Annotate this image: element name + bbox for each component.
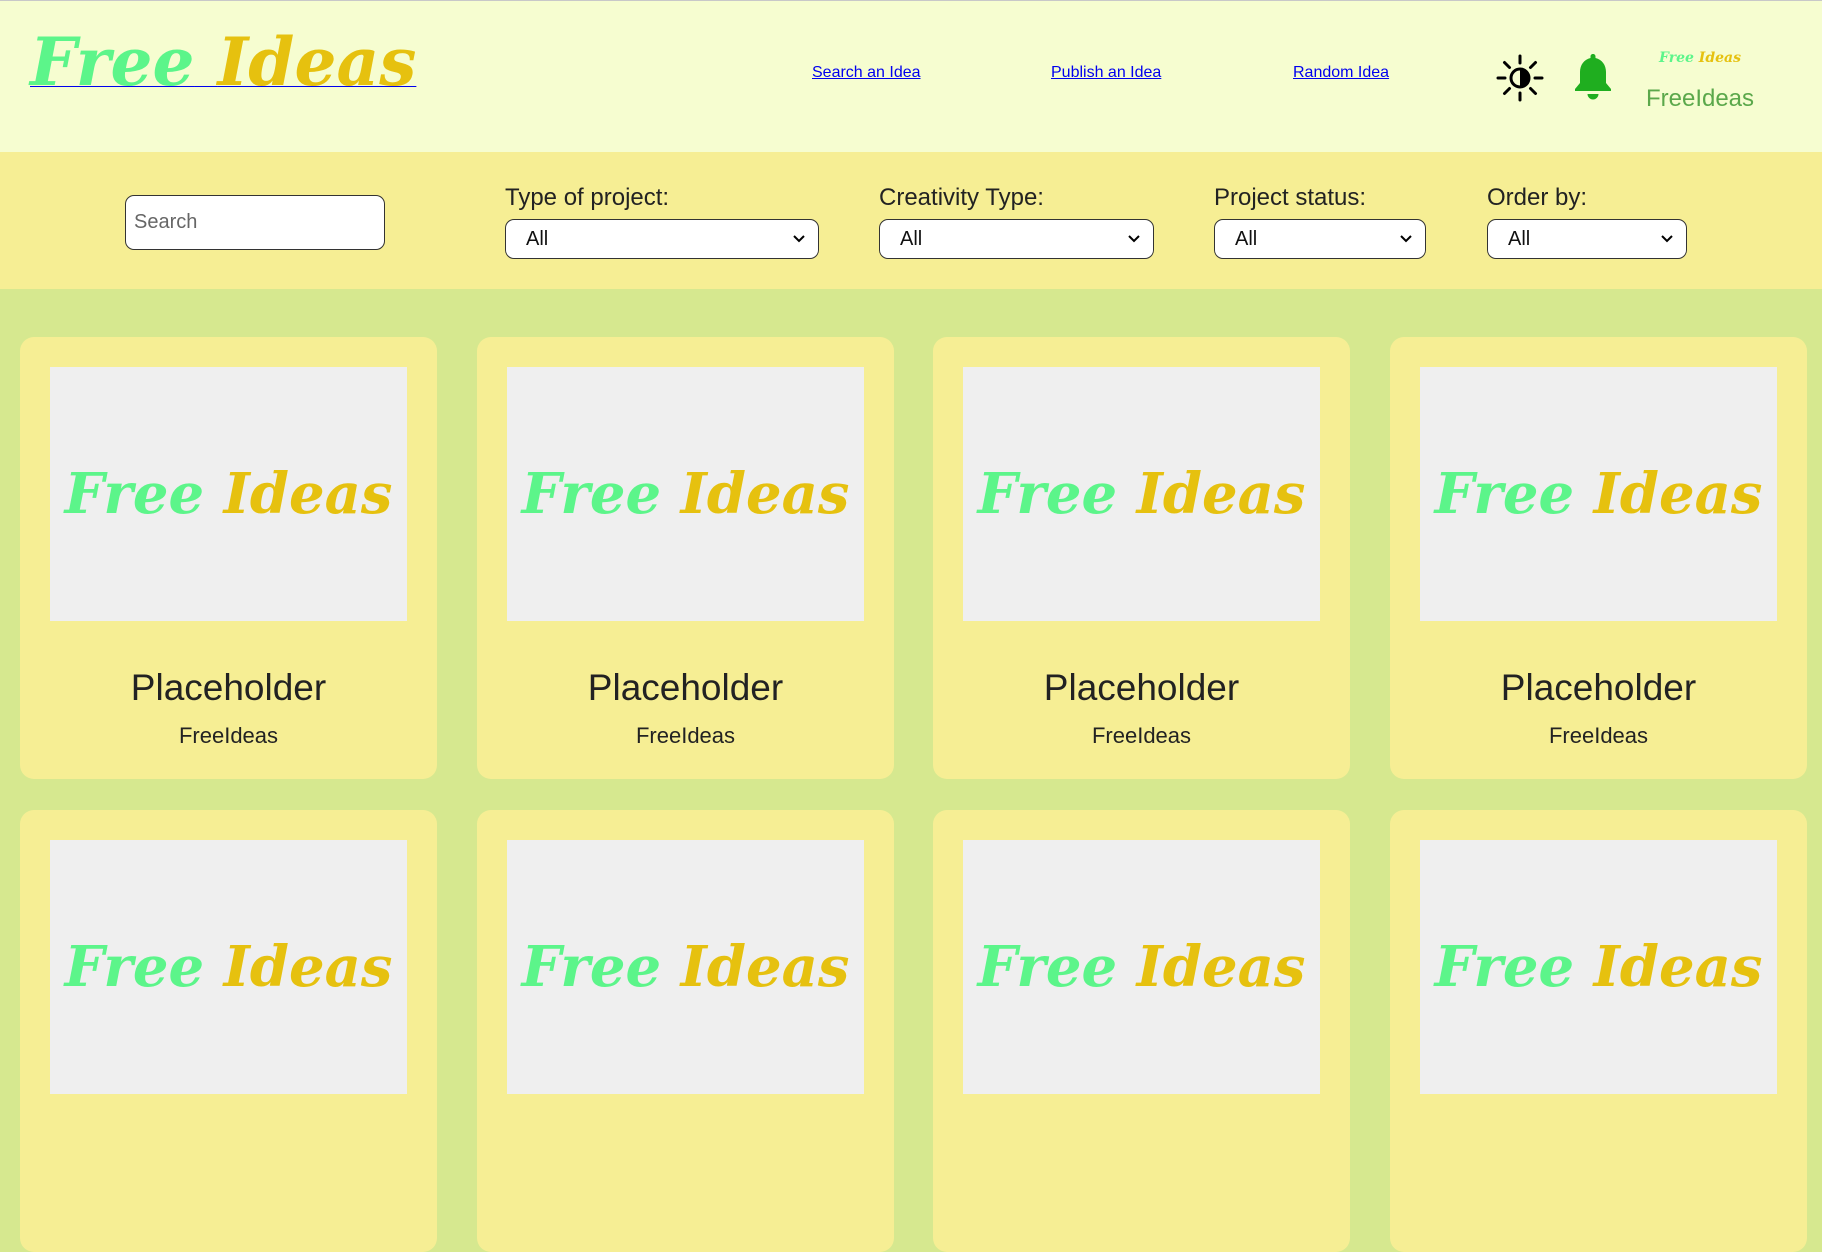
search-input[interactable]: [125, 195, 385, 250]
card-title: Placeholder: [1043, 667, 1240, 708]
image-logo-free: Free: [977, 461, 1118, 527]
chevron-down-icon: [1661, 235, 1673, 243]
notifications-button[interactable]: [1572, 51, 1614, 101]
filter-order-by: Order by: All: [1487, 185, 1687, 259]
image-logo-free: Free: [64, 934, 205, 1000]
user-avatar: Free Ideas: [1640, 49, 1760, 69]
filter-label: Order by:: [1487, 184, 1588, 211]
idea-card[interactable]: Free Ideas Placeholder FreeIdeas: [477, 337, 894, 779]
idea-card[interactable]: Free Ideas Placeholder FreeIdeas: [933, 337, 1350, 779]
filter-creativity-type: Creativity Type: All: [879, 185, 1154, 259]
type-of-project-select[interactable]: All: [505, 219, 819, 259]
card-image: Free Ideas: [50, 840, 407, 1094]
logo-part-free: Free: [30, 23, 195, 101]
image-logo-free: Free: [1434, 461, 1575, 527]
site-header: Free Ideas Search an Idea Publish an Ide…: [0, 1, 1822, 152]
filter-type-of-project: Type of project: All: [505, 185, 819, 259]
nav-search-an-idea[interactable]: Search an Idea: [812, 64, 921, 82]
image-logo-free: Free: [1434, 934, 1575, 1000]
chevron-down-icon: [1400, 235, 1412, 243]
image-logo-free: Free: [977, 934, 1118, 1000]
idea-card[interactable]: Free Ideas: [20, 810, 437, 1252]
card-image: Free Ideas: [1420, 840, 1777, 1094]
idea-card[interactable]: Free Ideas Placeholder FreeIdeas: [20, 337, 437, 779]
logo-wordmark: Free Ideas: [30, 23, 416, 101]
idea-card[interactable]: Free Ideas: [477, 810, 894, 1252]
idea-card[interactable]: Free Ideas: [1390, 810, 1807, 1252]
image-logo-free: Free: [64, 461, 205, 527]
select-value: All: [1235, 227, 1258, 250]
card-title: Placeholder: [1500, 667, 1697, 708]
avatar-logo-ideas: Ideas: [1698, 50, 1741, 66]
card-image: Free Ideas: [507, 367, 864, 621]
card-title: Placeholder: [587, 667, 784, 708]
image-logo-free: Free: [521, 934, 662, 1000]
card-author: FreeIdeas: [1091, 723, 1192, 748]
filter-label: Creativity Type:: [879, 184, 1044, 211]
image-logo-free: Free: [521, 461, 662, 527]
card-image: Free Ideas: [963, 840, 1320, 1094]
image-logo-ideas: Ideas: [680, 461, 850, 527]
chevron-down-icon: [793, 235, 805, 243]
filter-label: Type of project:: [505, 184, 670, 211]
logo-part-ideas: Ideas: [217, 23, 417, 101]
select-value: All: [526, 227, 549, 250]
select-value: All: [1508, 227, 1531, 250]
bell-icon: [1575, 54, 1611, 100]
filter-project-status: Project status: All: [1214, 185, 1426, 259]
brightness-icon: [1496, 54, 1544, 102]
card-image: Free Ideas: [963, 367, 1320, 621]
filter-label: Project status:: [1214, 184, 1367, 211]
nav-publish-an-idea[interactable]: Publish an Idea: [1051, 64, 1161, 82]
avatar-logo-free: Free: [1659, 50, 1694, 66]
card-title: Placeholder: [130, 667, 327, 708]
chevron-down-icon: [1128, 235, 1140, 243]
idea-card[interactable]: Free Ideas: [933, 810, 1350, 1252]
image-logo-ideas: Ideas: [1593, 934, 1763, 1000]
card-image: Free Ideas: [50, 367, 407, 621]
order-by-select[interactable]: All: [1487, 219, 1687, 259]
nav-random-idea[interactable]: Random Idea: [1293, 64, 1389, 82]
image-logo-ideas: Ideas: [680, 934, 850, 1000]
user-name[interactable]: FreeIdeas: [1640, 85, 1760, 113]
select-value: All: [900, 227, 923, 250]
creativity-type-select[interactable]: All: [879, 219, 1154, 259]
card-image: Free Ideas: [1420, 367, 1777, 621]
user-profile[interactable]: Free Ideas FreeIdeas: [1640, 49, 1760, 113]
site-logo[interactable]: Free Ideas: [30, 29, 416, 119]
image-logo-ideas: Ideas: [1593, 461, 1763, 527]
card-author: FreeIdeas: [1548, 723, 1649, 748]
image-logo-ideas: Ideas: [223, 934, 393, 1000]
card-author: FreeIdeas: [178, 723, 279, 748]
image-logo-ideas: Ideas: [1136, 461, 1306, 527]
idea-card[interactable]: Free Ideas Placeholder FreeIdeas: [1390, 337, 1807, 779]
image-logo-ideas: Ideas: [223, 461, 393, 527]
filter-bar: Type of project: All Creativity Type: Al…: [0, 152, 1822, 289]
card-image: Free Ideas: [507, 840, 864, 1094]
theme-toggle-button[interactable]: [1496, 54, 1544, 102]
card-author: FreeIdeas: [635, 723, 736, 748]
image-logo-ideas: Ideas: [1136, 934, 1306, 1000]
project-status-select[interactable]: All: [1214, 219, 1426, 259]
